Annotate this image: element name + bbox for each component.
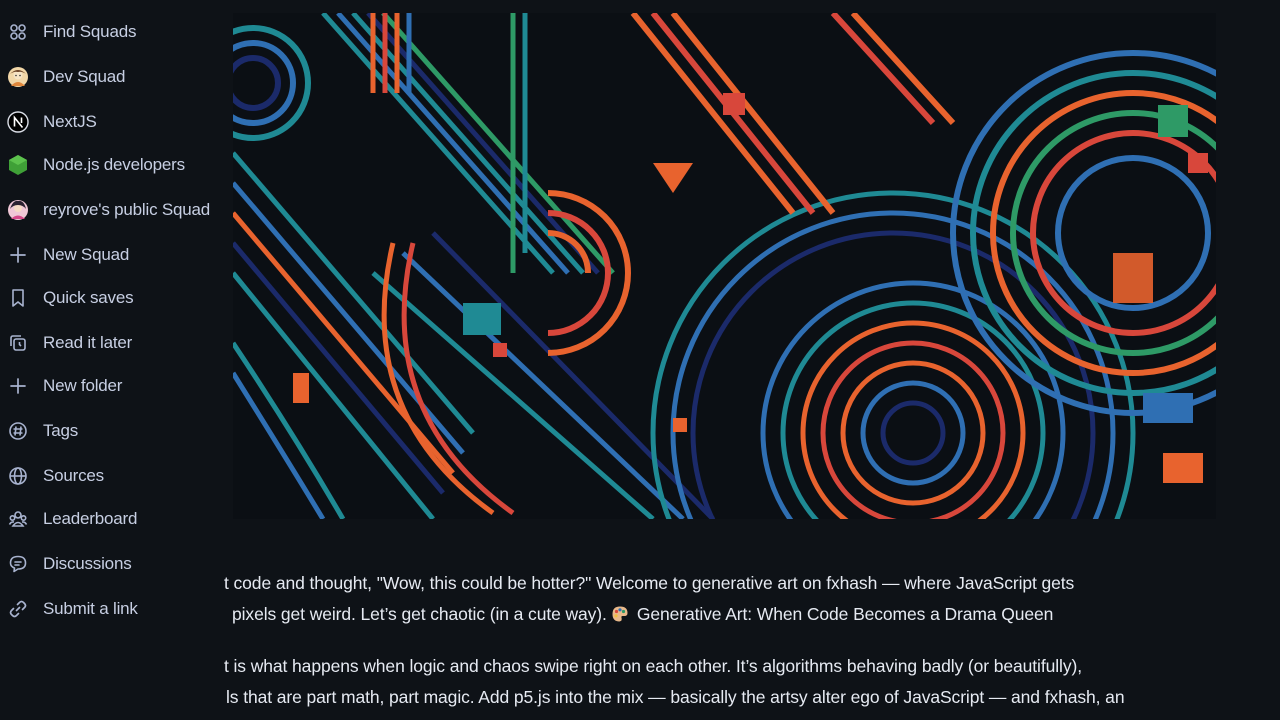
sidebar-item-sources[interactable]: Sources (0, 456, 224, 496)
sidebar-item-label: New Squad (43, 245, 130, 264)
sidebar-item-label: Read it later (43, 333, 133, 352)
paragraph-line: t is what happens when logic and chaos s… (224, 656, 1082, 676)
sidebar-item-label: Find Squads (43, 22, 137, 41)
nodejs-logo-icon (0, 145, 36, 185)
sidebar-item-label: NextJS (43, 112, 97, 131)
sidebar-item-label: New folder (43, 376, 123, 395)
bookmark-icon (0, 278, 36, 318)
sidebar-item-nextjs[interactable]: NextJS (0, 102, 224, 142)
sidebar-item-find-squads[interactable]: Find Squads (0, 12, 224, 52)
sidebar-item-new-squad[interactable]: New Squad (0, 235, 224, 275)
app-root: Find Squads Dev Squad NextJS Node.js dev… (0, 0, 1280, 720)
paragraph-text: Generative Art: When Code Becomes a Dram… (636, 604, 1054, 624)
sidebar-item-reyrove-public-squad[interactable]: reyrove's public Squad (0, 190, 224, 230)
sidebar-item-leaderboard[interactable]: Leaderboard (0, 499, 224, 539)
sidebar-item-label: Tags (43, 421, 79, 440)
globe-icon (0, 456, 36, 496)
sidebar-item-read-it-later[interactable]: Read it later (0, 323, 224, 363)
nextjs-logo-icon (0, 102, 36, 142)
paragraph-line: t code and thought, "Wow, this could be … (224, 573, 1075, 593)
sidebar-item-new-folder[interactable]: New folder (0, 366, 224, 406)
sidebar-item-submit-a-link[interactable]: Submit a link (0, 589, 224, 629)
paragraph-line: ls that are part math, part magic. Add p… (226, 687, 1125, 707)
plus-icon (0, 366, 36, 406)
sidebar-item-label: Discussions (43, 554, 132, 573)
sidebar-item-nodejs-developers[interactable]: Node.js developers (0, 145, 224, 185)
sidebar-item-label: Dev Squad (43, 67, 126, 86)
discussions-icon (0, 544, 36, 584)
sidebar-item-label: reyrove's public Squad (43, 200, 211, 219)
paragraph-text: pixels get weird. Let’s get chaotic (in … (232, 604, 607, 624)
sidebar-item-dev-squad[interactable]: Dev Squad (0, 57, 224, 97)
artist-palette-icon (611, 602, 629, 622)
sidebar-item-quick-saves[interactable]: Quick saves (0, 278, 224, 318)
read-later-icon (0, 323, 36, 363)
sidebar-item-label: Quick saves (43, 288, 134, 307)
article-content: t code and thought, "Wow, this could be … (224, 0, 1280, 720)
sidebar: Find Squads Dev Squad NextJS Node.js dev… (0, 0, 224, 720)
sidebar-item-label: Node.js developers (43, 155, 185, 174)
sidebar-item-tags[interactable]: Tags (0, 411, 224, 451)
article-paragraph-1: t code and thought, "Wow, this could be … (224, 568, 1074, 630)
plus-icon (0, 235, 36, 275)
sidebar-item-label: Submit a link (43, 599, 138, 618)
squads-icon (0, 12, 36, 52)
hashtag-icon (0, 411, 36, 451)
paragraph-line: pixels get weird. Let’s get chaotic (in … (232, 599, 1074, 630)
article-paragraph-2: t is what happens when logic and chaos s… (224, 651, 1125, 713)
sidebar-item-label: Sources (43, 466, 104, 485)
article-cover-image (233, 13, 1216, 519)
link-icon (0, 589, 36, 629)
user-avatar-icon (0, 190, 36, 230)
sidebar-item-label: Leaderboard (43, 509, 138, 528)
leaderboard-icon (0, 499, 36, 539)
sidebar-item-discussions[interactable]: Discussions (0, 544, 224, 584)
dev-squad-avatar-icon (0, 57, 36, 97)
